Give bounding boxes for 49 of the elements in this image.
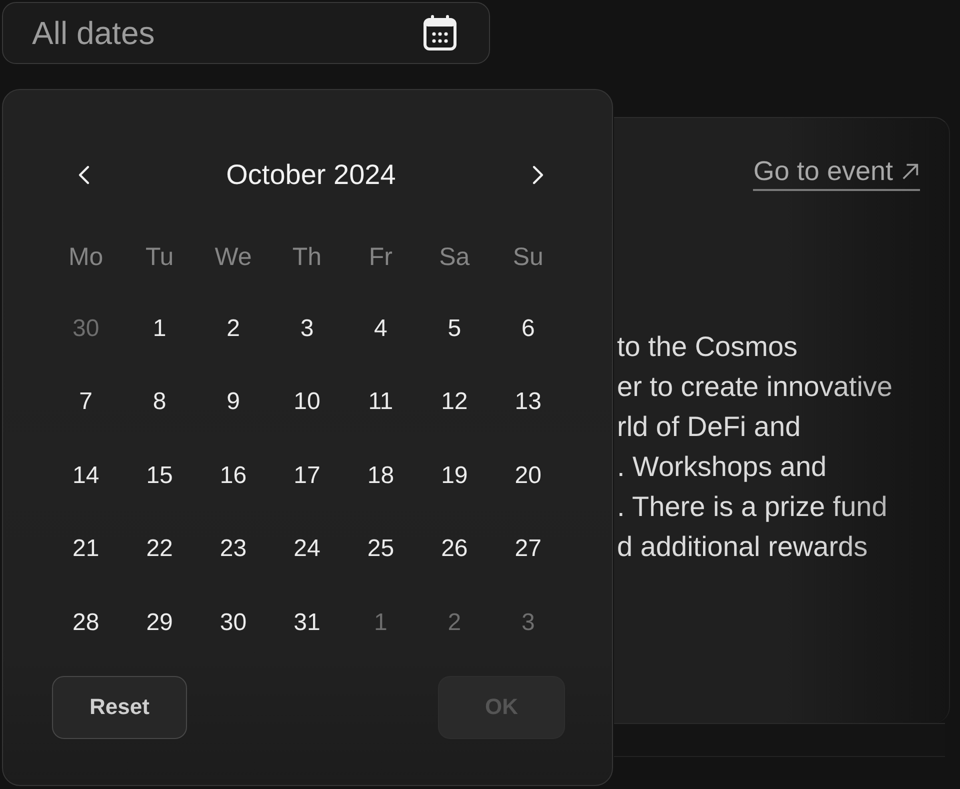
previous-month-button[interactable] bbox=[77, 164, 91, 186]
event-description: to the Cosmos er to create innovative rld of DeFi and . Workshops and . There is a prize fund d additional rewards bbox=[616, 330, 894, 564]
calendar-day[interactable]: 1 bbox=[144, 308, 174, 349]
date-field[interactable]: All dates bbox=[2, 2, 490, 64]
month-title: October 2024 bbox=[226, 159, 396, 191]
chevron-right-icon bbox=[532, 165, 544, 185]
calendar-day[interactable]: 24 bbox=[286, 529, 328, 570]
weekday-label: We bbox=[214, 242, 252, 272]
calendar-day[interactable]: 22 bbox=[138, 529, 181, 570]
calendar-day[interactable]: 23 bbox=[212, 529, 255, 570]
calendar-day[interactable]: 20 bbox=[506, 456, 550, 496]
weekday-label: Mo bbox=[68, 242, 104, 272]
next-month-button[interactable] bbox=[530, 164, 545, 186]
calendar-day[interactable]: 2 bbox=[218, 308, 248, 349]
calendar-day[interactable]: 15 bbox=[138, 456, 181, 496]
weekday-label: Sa bbox=[439, 242, 470, 272]
weekday-label: Su bbox=[512, 242, 544, 272]
calendar-day[interactable]: 29 bbox=[138, 602, 181, 643]
calendar-day[interactable]: 11 bbox=[360, 382, 402, 422]
weekday-label: Tu bbox=[145, 242, 174, 272]
calendar-day[interactable]: 6 bbox=[513, 308, 543, 349]
chevron-left-icon bbox=[78, 165, 90, 185]
calendar-day[interactable]: 26 bbox=[433, 529, 476, 570]
calendar-day[interactable]: 31 bbox=[286, 602, 328, 643]
calendar-day[interactable]: 25 bbox=[359, 529, 402, 570]
calendar-day[interactable]: 16 bbox=[212, 456, 255, 496]
calendar-day[interactable]: 3 bbox=[292, 308, 322, 349]
calendar-day[interactable]: 27 bbox=[506, 529, 550, 570]
weekday-label: Fr bbox=[368, 242, 392, 272]
arrow-up-right-icon bbox=[901, 162, 920, 181]
go-to-event-link[interactable]: Go to event bbox=[753, 156, 920, 191]
reset-button[interactable]: Reset bbox=[52, 676, 187, 738]
weekday-label: Th bbox=[292, 242, 322, 272]
calendar-day[interactable]: 5 bbox=[440, 308, 470, 349]
calendar-day[interactable]: 4 bbox=[366, 308, 396, 349]
calendar-day[interactable]: 30 bbox=[212, 602, 255, 643]
calendar-day[interactable]: 8 bbox=[144, 382, 174, 422]
calendar-day[interactable]: 7 bbox=[71, 382, 101, 422]
calendar-day[interactable]: 10 bbox=[286, 382, 328, 422]
calendar-icon[interactable] bbox=[423, 14, 457, 51]
calendar-day[interactable]: 13 bbox=[506, 382, 550, 422]
calendar-day[interactable]: 12 bbox=[433, 382, 476, 422]
calendar-day[interactable]: 19 bbox=[433, 456, 476, 496]
calendar-day[interactable]: 28 bbox=[64, 602, 108, 643]
calendar-day[interactable]: 21 bbox=[64, 529, 108, 570]
calendar-day[interactable]: 17 bbox=[286, 456, 328, 496]
calendar-day[interactable]: 9 bbox=[218, 382, 248, 422]
calendar-day[interactable]: 14 bbox=[64, 456, 108, 496]
calendar-day[interactable]: 18 bbox=[359, 456, 402, 496]
